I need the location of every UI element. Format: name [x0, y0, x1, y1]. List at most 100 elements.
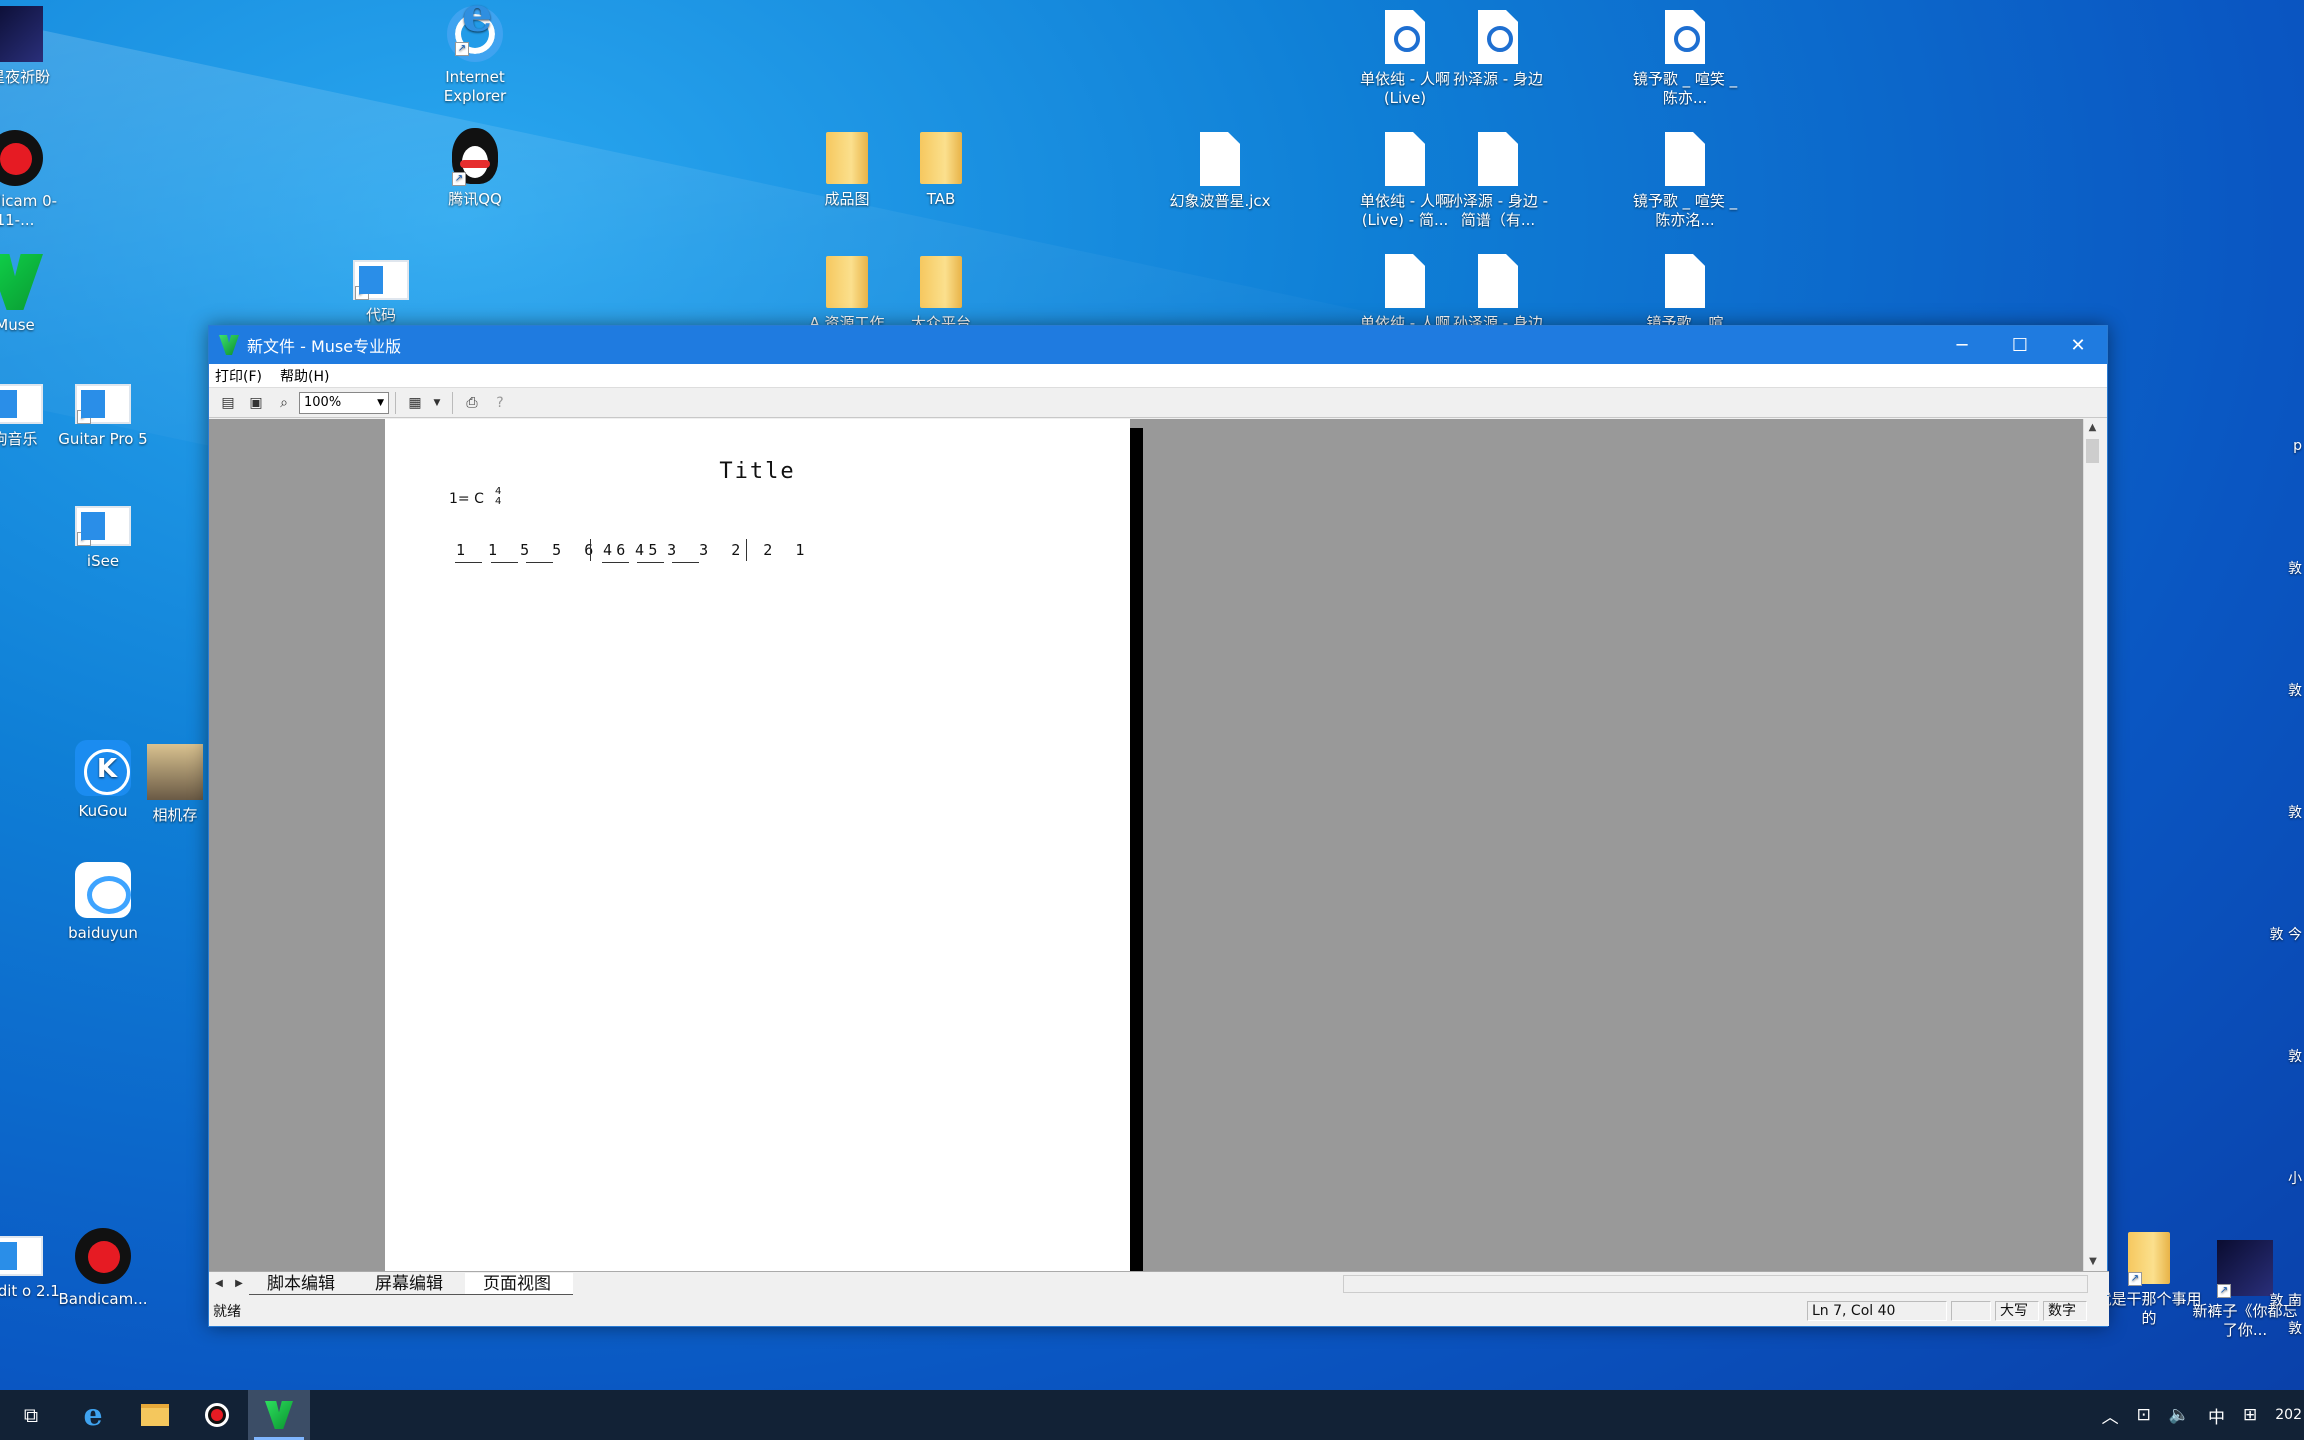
- bandicam-icon: [0, 130, 43, 186]
- maximize-button[interactable]: ☐: [1991, 326, 2049, 364]
- score-page[interactable]: Title 1= C 4 4 1 1 5 5 6 6 5 4 4 3 3 2 2…: [385, 419, 1130, 1271]
- desktop-icon-label: 小: [2288, 1171, 2302, 1187]
- beam-underline: [491, 562, 518, 563]
- desktop-icon-label: 敦 今: [2269, 927, 2302, 943]
- minimize-button[interactable]: ─: [1933, 326, 1991, 364]
- show-hidden-icons-icon[interactable]: ︿: [2102, 1403, 2119, 1428]
- desktop-icon[interactable]: andicam 0-11-...: [0, 130, 70, 230]
- menu-print[interactable]: 打印(F): [215, 366, 262, 386]
- horizontal-scrollbar[interactable]: [1343, 1275, 2088, 1293]
- desktop-icon-isee[interactable]: ↗ iSee: [48, 506, 158, 571]
- tab-prev-icon[interactable]: ◀: [209, 1278, 229, 1289]
- desktop-icon[interactable]: 相机存: [140, 744, 210, 825]
- measure-2-notes[interactable]: 4 4 3 3 2 2 1: [603, 541, 811, 559]
- video-icon: [0, 6, 43, 62]
- folder-icon: ↗: [2128, 1232, 2170, 1286]
- page-view-canvas[interactable]: Title 1= C 4 4 1 1 5 5 6 6 5 4 4 3 3 2 2…: [209, 419, 2085, 1271]
- desktop-icon-label: 敦: [2288, 805, 2302, 821]
- maximize-icon: ☐: [2011, 334, 2029, 356]
- zoom-select[interactable]: 100% ▼: [299, 391, 389, 414]
- muse-logo-icon: [0, 254, 43, 310]
- zoom-tool-button[interactable]: ⌕: [271, 391, 297, 415]
- tab-screen-edit[interactable]: 屏幕编辑: [357, 1273, 465, 1295]
- menu-help[interactable]: 帮助(H): [280, 366, 329, 386]
- desktop-icon-label: Guitar Pro 5: [58, 430, 148, 448]
- taskbar-muse[interactable]: [248, 1390, 310, 1440]
- taskbar-edge[interactable]: e: [62, 1390, 124, 1440]
- desktop-icon[interactable]: 镜予歌 _ 喧: [1630, 254, 1740, 333]
- vertical-scrollbar[interactable]: ▲ ▼: [2083, 419, 2101, 1271]
- desktop-icon[interactable]: 镜予歌 _ 喧笑 _ 陈亦...: [1630, 10, 1740, 108]
- file-icon: [1385, 132, 1425, 186]
- taskbar-bandicam[interactable]: [186, 1390, 248, 1440]
- desktop-icon[interactable]: 幻象波普星.jcx: [1165, 132, 1275, 211]
- multi-page-button[interactable]: ▦: [402, 391, 428, 415]
- desktop-icon[interactable]: 孙泽源 - 身边: [1443, 10, 1553, 89]
- printer-icon: ⎙: [466, 394, 478, 411]
- scroll-down-icon[interactable]: ▼: [2084, 1253, 2102, 1271]
- num-lock-indicator: 数字: [2043, 1301, 2087, 1321]
- tab-script-edit[interactable]: 脚本编辑: [249, 1273, 357, 1295]
- folder-icon: [826, 256, 868, 308]
- bandicam-icon: [75, 1228, 131, 1284]
- scroll-up-icon[interactable]: ▲: [2084, 419, 2101, 437]
- volume-icon[interactable]: 🔈: [2169, 1405, 2190, 1425]
- key-signature[interactable]: 1= C: [449, 491, 484, 507]
- desktop-icon[interactable]: 孙泽源 - 身边: [1443, 254, 1553, 333]
- view-tab-bar: ◀ ▶ 脚本编辑 屏幕编辑 页面视图: [209, 1271, 2109, 1295]
- help-button[interactable]: ?: [487, 391, 513, 415]
- multi-page-dropdown[interactable]: ▼: [430, 391, 444, 415]
- desktop-icon-baiduyun[interactable]: baiduyun: [48, 862, 158, 943]
- scroll-thumb[interactable]: [2086, 439, 2099, 463]
- file-icon: [1478, 254, 1518, 308]
- help-question-icon: ?: [496, 394, 504, 411]
- music-file-icon: [1665, 10, 1705, 64]
- music-file-icon: [1478, 10, 1518, 64]
- tab-next-icon[interactable]: ▶: [229, 1278, 249, 1289]
- score-title[interactable]: Title: [385, 459, 1130, 484]
- ime-indicator[interactable]: 中: [2208, 1403, 2225, 1428]
- muse-app-icon[interactable]: [219, 335, 239, 355]
- time-signature[interactable]: 4 4: [495, 487, 501, 507]
- music-file-icon: [1385, 10, 1425, 64]
- desktop-icon-muse[interactable]: Muse: [0, 254, 70, 335]
- file-icon: [1665, 132, 1705, 186]
- desktop-icon-label: 相机存: [152, 806, 198, 824]
- minimize-icon: ─: [1956, 334, 1968, 356]
- desktop-icon-qq[interactable]: ↗ 腾讯QQ: [420, 128, 530, 209]
- desktop-icon-label: - 星夜祈盼: [0, 68, 51, 86]
- magnifier-icon: ⌕: [280, 394, 288, 411]
- beam-underline: [637, 562, 664, 563]
- desktop-icon[interactable]: TAB: [886, 132, 996, 209]
- desktop-icon-label: 腾讯QQ: [448, 190, 502, 208]
- desktop-icon[interactable]: - 星夜祈盼: [0, 6, 70, 87]
- task-view-button[interactable]: ⧉: [0, 1390, 62, 1440]
- desktop-icon-bandicam[interactable]: Bandicam...: [48, 1228, 158, 1309]
- system-tray: ︿ ⊡ 🔈 中 ⊞ 202: [2093, 1390, 2304, 1440]
- desktop-icon[interactable]: 孙泽源 - 身边 - 简谱（有...: [1443, 132, 1553, 230]
- network-icon[interactable]: ⊡: [2137, 1405, 2151, 1425]
- barline: [590, 539, 591, 561]
- desktop-icon-label: andicam 0-11-...: [0, 192, 58, 229]
- desktop-icon[interactable]: ↗ 代码: [326, 260, 436, 325]
- print-button[interactable]: ⎙: [459, 391, 485, 415]
- beam-underline: [526, 562, 553, 563]
- desktop-icon[interactable]: 镜予歌 _ 喧笑 _ 陈亦洺...: [1630, 132, 1740, 230]
- tab-page-view[interactable]: 页面视图: [465, 1272, 573, 1295]
- desktop-icon[interactable]: 大众平台: [886, 256, 996, 333]
- page-frame-button[interactable]: ▣: [243, 391, 269, 415]
- desktop-icon-label: 敦: [2288, 1321, 2302, 1337]
- keyboard-grid-icon[interactable]: ⊞: [2243, 1405, 2257, 1425]
- desktop-icon[interactable]: ↗ 就是干那个事用的: [2094, 1232, 2204, 1328]
- status-bar: 就绪 Ln 7, Col 40 大写 数字: [209, 1296, 2109, 1326]
- desktop-icon-label: 就是干那个事用的: [2096, 1290, 2202, 1327]
- edit-layout-button[interactable]: ▤: [215, 391, 241, 415]
- desktop-icon-guitar-pro[interactable]: ↗ Guitar Pro 5: [48, 384, 158, 449]
- resize-grip-icon[interactable]: [2091, 1301, 2105, 1321]
- taskbar-file-explorer[interactable]: [124, 1390, 186, 1440]
- window-titlebar[interactable]: 新文件 - Muse专业版 ─ ☐ ✕: [209, 326, 2107, 364]
- clock[interactable]: 202: [2275, 1407, 2302, 1423]
- window-title: 新文件 - Muse专业版: [247, 337, 402, 356]
- close-button[interactable]: ✕: [2049, 326, 2107, 364]
- desktop-icon-ie[interactable]: ↗ Internet Explorer: [420, 6, 530, 106]
